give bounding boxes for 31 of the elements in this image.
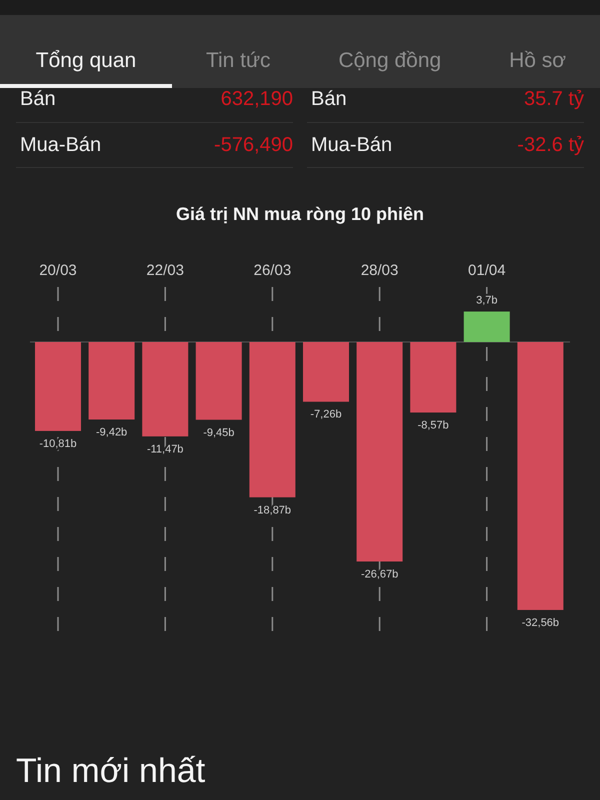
stat-value: -32.6 tỷ: [517, 134, 584, 156]
stat-value: -576,490: [214, 134, 293, 156]
axis-label: 26/03: [254, 262, 292, 279]
axis-label: 01/04: [468, 262, 506, 279]
bar: [464, 312, 510, 342]
section-heading: Tin mới nhất: [16, 751, 206, 791]
tab[interactable]: Tin tức: [172, 15, 305, 88]
tab[interactable]: Tổng quan: [0, 15, 172, 88]
stat-label: Bán: [310, 88, 347, 111]
value-label: -18,87b: [254, 504, 292, 516]
chart-title: Giá trị NN mua ròng 10 phiên: [174, 204, 426, 225]
bar: [410, 342, 456, 413]
value-label: -7,26b: [310, 408, 342, 421]
value-label: -26,67b: [360, 568, 398, 580]
stat-label: Bán: [19, 88, 56, 111]
axis-label: 28/03: [360, 262, 398, 279]
value-label: -8,57b: [418, 420, 449, 432]
tab[interactable]: Hồ sơ: [475, 15, 600, 88]
tab[interactable]: Cộng đồng: [304, 15, 476, 88]
value-label: -9,45b: [203, 426, 234, 439]
value-label: -11,47b: [146, 443, 184, 456]
axis-label: 22/03: [146, 262, 184, 279]
bar: [303, 342, 349, 402]
stat-label: Mua-Bán: [310, 134, 392, 156]
value-label: -9,42b: [96, 426, 128, 439]
axis-label: 20/03: [39, 262, 77, 279]
stat-label: Mua-Bán: [19, 134, 102, 156]
stat-value: 35.7 tỷ: [524, 88, 584, 111]
value-label: -32,56b: [522, 616, 560, 629]
stat-value: 632,190: [220, 88, 293, 111]
value-label: 3,7b: [476, 294, 498, 307]
